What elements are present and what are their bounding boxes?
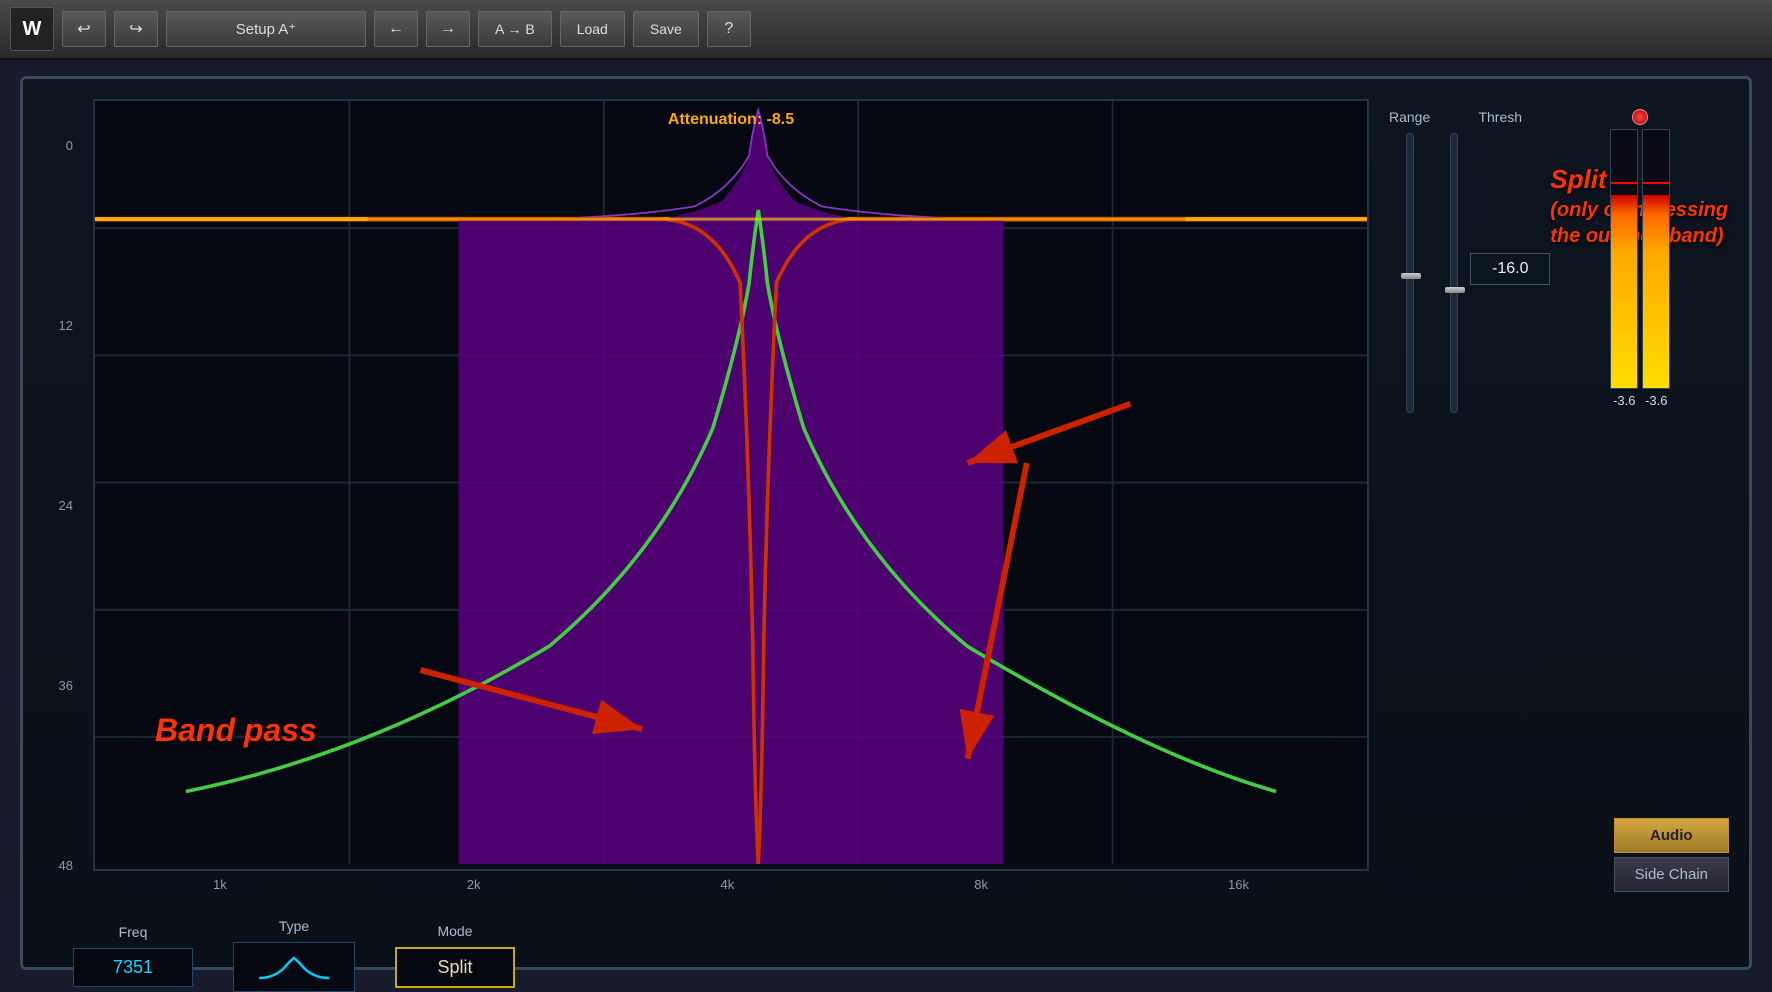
range-label: Range xyxy=(1389,109,1430,125)
freq-label: Freq xyxy=(119,924,148,940)
x-label-16k: 16k xyxy=(1228,877,1249,892)
y-label-0: 0 xyxy=(43,139,73,152)
freq-value[interactable]: 7351 xyxy=(73,948,193,987)
main-content: 0 12 24 36 48 Attenuation: -8.5 xyxy=(43,99,1729,892)
setup-button[interactable]: Setup A⁺ xyxy=(166,11,366,47)
thresh-slider-group: Thresh -16.0 Split (only compressing the… xyxy=(1450,109,1550,413)
eq-display[interactable]: Attenuation: -8.5 xyxy=(93,99,1369,871)
audio-button[interactable]: Audio xyxy=(1614,818,1729,853)
x-axis: 1k 2k 4k 8k 16k xyxy=(93,877,1369,892)
annotation-split: Split (only compressing the outlined ban… xyxy=(1550,163,1728,249)
next-button[interactable]: → xyxy=(426,11,470,47)
y-label-24: 24 xyxy=(43,499,73,512)
waves-logo: W xyxy=(10,7,54,51)
ab-button[interactable]: A → B xyxy=(478,11,552,47)
vu-threshold-2 xyxy=(1643,182,1669,184)
x-label-4k: 4k xyxy=(721,877,735,892)
thresh-thumb[interactable] xyxy=(1445,287,1465,293)
vu-value-2: -3.6 xyxy=(1645,393,1667,408)
bottom-controls: Freq 7351 Type Mode Split xyxy=(43,908,1729,992)
load-button[interactable]: Load xyxy=(560,11,625,47)
undo-button[interactable]: ↩ xyxy=(62,11,106,47)
range-slider-group: Range xyxy=(1389,109,1430,413)
attenuation-label: Attenuation: -8.5 xyxy=(668,111,794,129)
vu-threshold-1 xyxy=(1611,182,1637,184)
x-label-2k: 2k xyxy=(467,877,481,892)
freq-control-group: Freq 7351 xyxy=(73,924,193,987)
range-slider[interactable] xyxy=(1406,133,1414,413)
thresh-slider[interactable] xyxy=(1450,133,1458,413)
y-label-36: 36 xyxy=(43,679,73,692)
x-label-8k: 8k xyxy=(974,877,988,892)
vu-fill-1 xyxy=(1611,195,1637,389)
mode-value[interactable]: Split xyxy=(395,947,515,988)
toolbar: W ↩ ↪ Setup A⁺ ← → A → B Load Save ? xyxy=(0,0,1772,60)
y-label-48: 48 xyxy=(43,859,73,872)
x-label-1k: 1k xyxy=(213,877,227,892)
type-label: Type xyxy=(279,918,309,934)
range-thumb[interactable] xyxy=(1401,273,1421,279)
sidechain-button[interactable]: Side Chain xyxy=(1614,857,1729,892)
right-panel: Range Thresh -16.0 xyxy=(1389,99,1729,892)
vu-value-1: -3.6 xyxy=(1613,393,1635,408)
thresh-label: Thresh xyxy=(1478,109,1522,125)
mode-label: Mode xyxy=(437,923,472,939)
prev-button[interactable]: ← xyxy=(374,11,418,47)
type-control-group: Type xyxy=(233,918,355,992)
eq-display-wrapper: Attenuation: -8.5 xyxy=(93,99,1369,892)
bandpass-icon xyxy=(254,950,334,984)
y-label-12: 12 xyxy=(43,319,73,332)
redo-button[interactable]: ↪ xyxy=(114,11,158,47)
thresh-value-display: -16.0 xyxy=(1470,253,1550,285)
vu-meter-section: -3.6 -3.6 xyxy=(1610,109,1670,408)
vu-clip-indicator xyxy=(1632,109,1648,125)
plugin-body: 0 12 24 36 48 Attenuation: -8.5 xyxy=(20,76,1752,970)
vu-meter-1 xyxy=(1610,129,1638,389)
vu-fill-2 xyxy=(1643,195,1669,389)
audio-sidechain-section: Audio Side Chain xyxy=(1614,818,1729,892)
vu-meter-2 xyxy=(1642,129,1670,389)
help-button[interactable]: ? xyxy=(707,11,751,47)
mode-control-group: Mode Split xyxy=(395,923,515,988)
y-axis: 0 12 24 36 48 xyxy=(43,99,73,892)
sliders-section: Range Thresh -16.0 xyxy=(1389,99,1729,423)
type-display[interactable] xyxy=(233,942,355,992)
save-button[interactable]: Save xyxy=(633,11,699,47)
eq-canvas xyxy=(95,101,1367,864)
